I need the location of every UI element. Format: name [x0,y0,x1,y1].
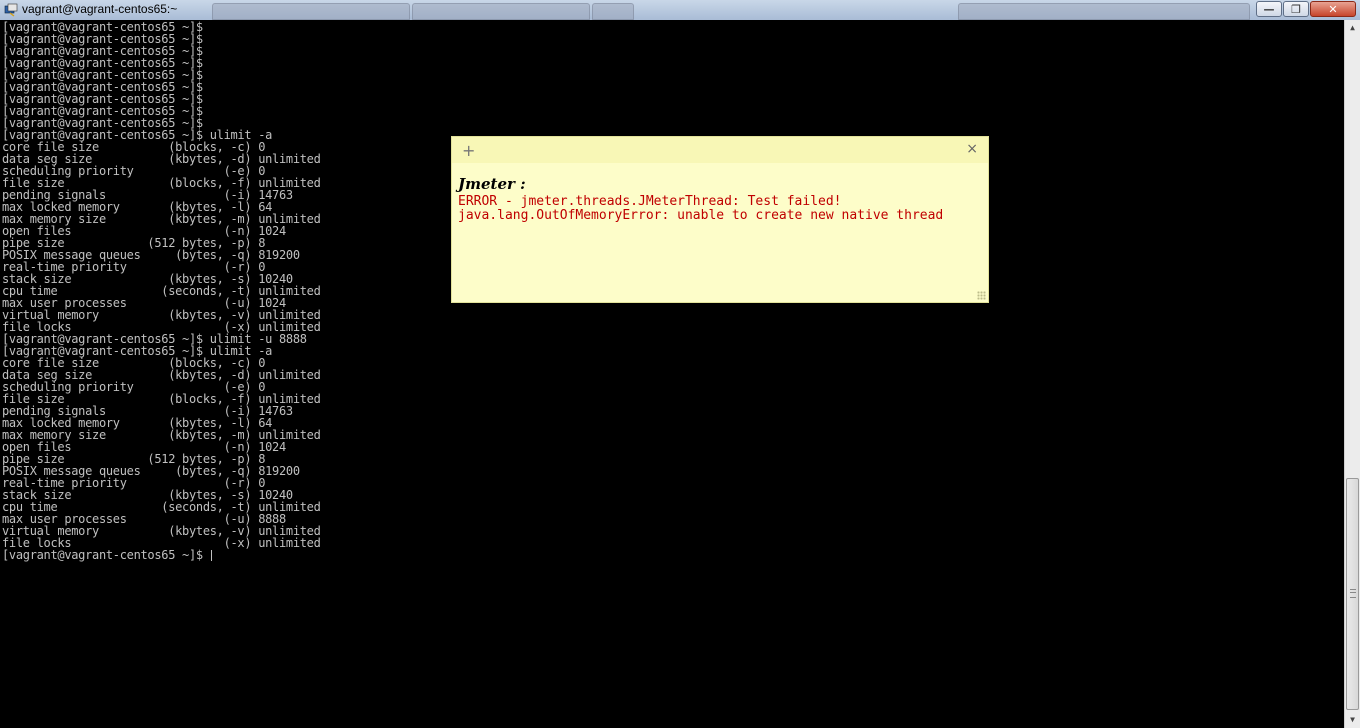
scroll-down-arrow-icon[interactable]: ▼ [1345,712,1360,728]
scroll-grip-icon [1350,589,1356,598]
terminal-prompt: [vagrant@vagrant-centos65 ~]$ [2,548,210,562]
add-note-icon[interactable]: + [462,141,475,160]
terminal-prompt-line[interactable]: [vagrant@vagrant-centos65 ~]$ [2,549,321,561]
maximize-button[interactable]: ❐ [1283,1,1309,17]
sticky-note-error-line: java.lang.OutOfMemoryError: unable to cr… [458,208,944,223]
minimize-button[interactable]: — [1256,1,1282,17]
text-cursor [210,550,212,561]
window-title: vagrant@vagrant-centos65:~ [22,2,178,16]
window-titlebar[interactable]: vagrant@vagrant-centos65:~ — ❐ ✕ [0,0,1360,21]
background-tab [212,3,410,20]
background-tab [592,3,634,20]
sticky-note-header[interactable]: + × [452,137,988,163]
terminal-lines: [vagrant@vagrant-centos65 ~]$ [vagrant@va… [2,21,321,561]
vertical-scrollbar[interactable]: ▲ ▼ [1344,20,1360,728]
scroll-thumb[interactable] [1346,478,1359,710]
sticky-note-title: Jmeter : [458,175,526,193]
resize-grip-icon[interactable] [977,291,986,300]
close-note-icon[interactable]: × [966,141,978,157]
sticky-note-error-line: ERROR - jmeter.threads.JMeterThread: Tes… [458,194,842,209]
putty-terminal-icon [4,3,18,17]
background-tab [958,3,1250,20]
scroll-up-arrow-icon[interactable]: ▲ [1345,20,1360,36]
background-tab [412,3,590,20]
sticky-note[interactable]: + × Jmeter : ERROR - jmeter.threads.JMet… [452,137,988,302]
close-button[interactable]: ✕ [1310,1,1356,17]
terminal-output[interactable]: [vagrant@vagrant-centos65 ~]$ [vagrant@va… [0,20,1344,728]
